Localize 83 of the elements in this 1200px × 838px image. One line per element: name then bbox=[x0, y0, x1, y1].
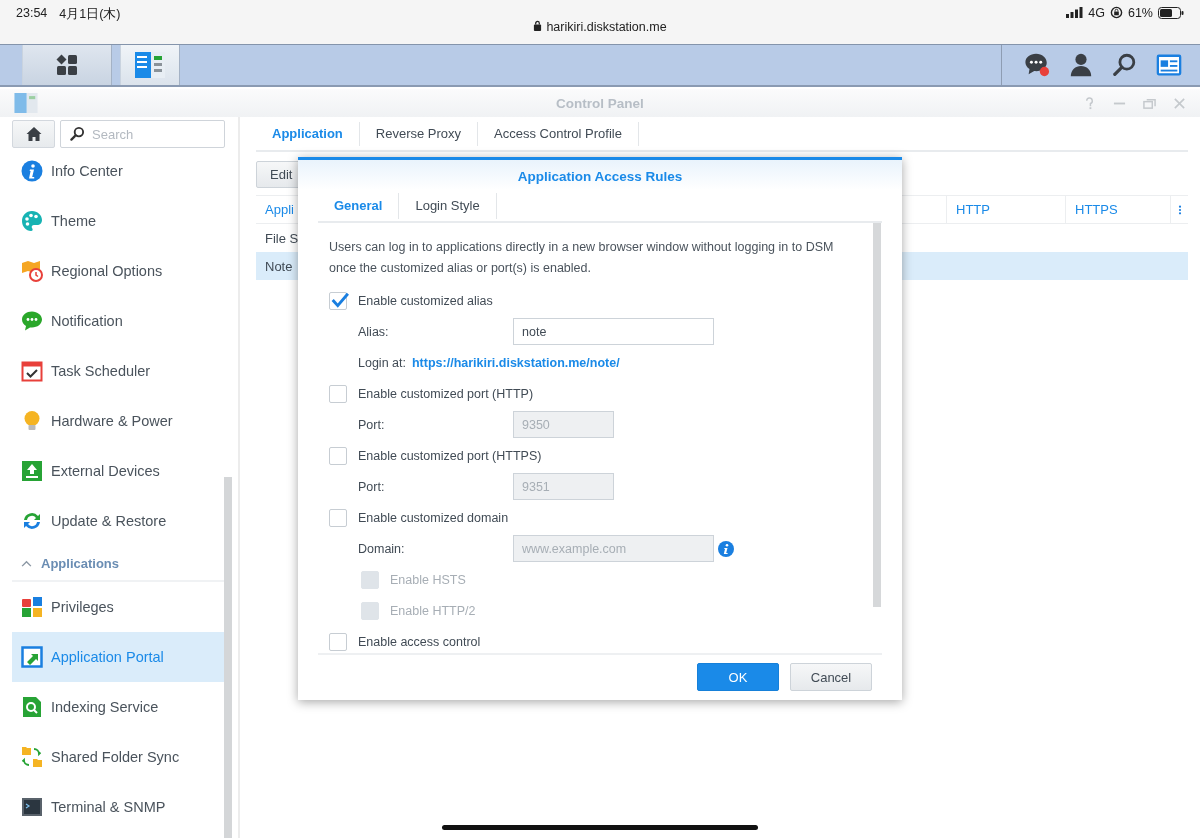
home-indicator[interactable] bbox=[442, 825, 758, 830]
input-field[interactable]: note bbox=[513, 318, 714, 345]
upload-icon bbox=[21, 460, 43, 482]
dialog-title: Application Access Rules bbox=[298, 160, 902, 190]
sidebar-item[interactable]: Privileges bbox=[12, 582, 225, 632]
description-text: Users can log in to applications directly in a new browser window without logging in to DSM once the customized alias or port(s) is enabled. bbox=[329, 239, 835, 277]
field-label: Alias: bbox=[357, 324, 390, 339]
help-icon[interactable] bbox=[1083, 96, 1096, 110]
battery-percent: 61% bbox=[1127, 6, 1153, 20]
sidebar-item[interactable]: Hardware & Power bbox=[12, 396, 225, 446]
checkbox[interactable] bbox=[329, 632, 347, 651]
sidebar-item[interactable]: Info Center bbox=[12, 146, 225, 196]
home-button[interactable] bbox=[12, 120, 55, 148]
close-icon[interactable] bbox=[1173, 96, 1186, 110]
sidebar-item[interactable]: External Devices bbox=[12, 446, 225, 496]
checkbox[interactable] bbox=[329, 384, 347, 403]
map-clock-icon bbox=[21, 260, 43, 282]
field-label: Domain: bbox=[357, 541, 406, 556]
scrollbar[interactable] bbox=[224, 477, 232, 838]
info-icon bbox=[21, 160, 43, 182]
checkbox-label[interactable]: Enable access control bbox=[358, 634, 481, 649]
tab[interactable]: Access Control Profile bbox=[478, 121, 639, 146]
sidebar-item[interactable]: Shared Folder Sync bbox=[12, 732, 225, 782]
scrollbar[interactable] bbox=[873, 223, 881, 607]
control-panel-icon bbox=[14, 93, 38, 113]
search-icon[interactable] bbox=[1112, 52, 1138, 78]
cancel-button[interactable]: Cancel bbox=[790, 663, 872, 691]
tab[interactable]: Reverse Proxy bbox=[359, 121, 479, 146]
login-link[interactable]: https://harikiri.diskstation.me/note/ bbox=[411, 355, 620, 370]
taskbar-button[interactable] bbox=[120, 45, 180, 85]
checkbox[interactable] bbox=[329, 291, 347, 310]
battery-icon bbox=[1158, 7, 1184, 19]
taskbar-button[interactable] bbox=[22, 45, 112, 85]
home-icon bbox=[25, 126, 42, 142]
signal-icon bbox=[1066, 7, 1084, 18]
field-label: Login at: bbox=[357, 355, 406, 370]
sidebar-item[interactable]: Terminal & SNMP bbox=[12, 782, 225, 832]
terminal-icon bbox=[21, 796, 43, 818]
caret-icon bbox=[21, 559, 32, 567]
column-menu-icon[interactable] bbox=[1178, 204, 1182, 215]
tab[interactable]: General bbox=[318, 192, 400, 219]
palette-icon bbox=[21, 210, 43, 232]
restore-icon[interactable] bbox=[1143, 96, 1156, 110]
checkbox[interactable] bbox=[329, 446, 347, 465]
search-document-icon bbox=[21, 696, 43, 718]
rotation-lock-icon bbox=[1109, 6, 1123, 19]
folders-sync-icon bbox=[21, 746, 43, 768]
table-cell: Note bbox=[265, 258, 293, 274]
date-text: 4月1日(木) bbox=[59, 6, 121, 23]
grid-icon bbox=[56, 54, 78, 76]
control-panel-icon bbox=[135, 52, 165, 78]
user-icon[interactable] bbox=[1068, 52, 1094, 78]
column-header[interactable]: HTTPS bbox=[1065, 196, 1170, 223]
clock-time: 23:54 bbox=[16, 6, 48, 22]
sidebar-item[interactable]: Regional Options bbox=[12, 246, 225, 296]
search-field[interactable]: Search bbox=[60, 120, 225, 148]
sidebar-item[interactable]: Task Scheduler bbox=[12, 346, 225, 396]
field-label: Port: bbox=[357, 479, 386, 494]
tab[interactable]: Application bbox=[256, 121, 360, 146]
checkbox-label[interactable]: Enable customized domain bbox=[358, 510, 509, 525]
field-label: Port: bbox=[357, 417, 386, 432]
url-text[interactable]: harikiri.diskstation.me bbox=[546, 20, 667, 34]
lock-icon bbox=[533, 20, 543, 31]
chat-icon[interactable] bbox=[1024, 52, 1050, 78]
squares-icon bbox=[21, 596, 43, 618]
ok-button[interactable]: OK bbox=[697, 663, 779, 691]
sidebar-item[interactable]: Indexing Service bbox=[12, 682, 225, 732]
network-text: 4G bbox=[1088, 6, 1105, 20]
tab[interactable]: Login Style bbox=[399, 192, 497, 219]
sidebar-item[interactable]: Theme bbox=[12, 196, 225, 246]
checkbox[interactable] bbox=[329, 508, 347, 527]
sidebar-item[interactable]: Notification bbox=[12, 296, 225, 346]
sync-icon bbox=[21, 510, 43, 532]
window-title: Control Panel bbox=[556, 95, 644, 111]
checkbox-label[interactable]: Enable customized alias bbox=[358, 293, 493, 308]
sidebar-item[interactable]: Update & Restore bbox=[12, 496, 225, 546]
search-icon bbox=[70, 126, 85, 141]
checkbox-label[interactable]: Enable customized port (HTTP) bbox=[358, 386, 534, 401]
column-header[interactable]: HTTP bbox=[946, 196, 1065, 223]
checkbox-label[interactable]: Enable customized port (HTTPS) bbox=[358, 448, 542, 463]
calendar-check-icon bbox=[21, 360, 43, 382]
chat-bubble-icon bbox=[21, 310, 43, 332]
id-card-icon[interactable] bbox=[1156, 52, 1182, 78]
